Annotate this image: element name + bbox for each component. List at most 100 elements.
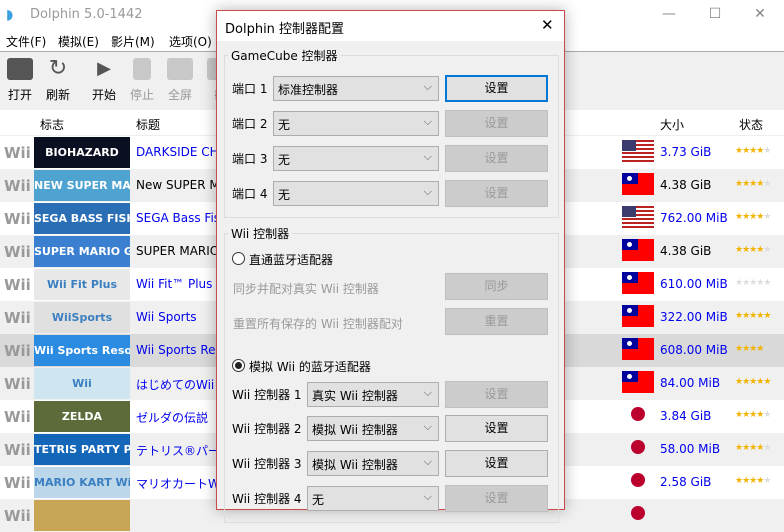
- compat-stars: ★★★★★: [735, 245, 771, 255]
- gc-port-1-select[interactable]: 标准控制器 ⌵: [273, 76, 439, 101]
- gc-port-value: 无: [278, 153, 291, 167]
- compat-stars: ★★★★★: [735, 179, 771, 189]
- game-title: はじめてのWii: [136, 378, 215, 392]
- column-size[interactable]: 大小: [660, 116, 684, 133]
- close-button[interactable]: ✕: [745, 6, 775, 22]
- star-icon: ★: [763, 443, 771, 453]
- game-title: Wii Sports: [136, 310, 197, 324]
- chevron-down-icon: ⌵: [423, 115, 432, 128]
- menu-emulation[interactable]: 模拟(E): [58, 33, 99, 50]
- gc-port-value: 无: [278, 188, 291, 202]
- column-status[interactable]: 状态: [739, 116, 763, 133]
- column-title[interactable]: 标题: [136, 116, 160, 133]
- wii-port-3-configure-button[interactable]: 设置: [445, 450, 548, 477]
- controller-config-dialog: Dolphin 控制器配置 ✕ GameCube 控制器 Wii 控制器 端口 …: [216, 10, 565, 523]
- menu-options[interactable]: 选项(O): [169, 33, 212, 50]
- region-flag-tw-icon: [622, 338, 654, 360]
- chevron-down-icon: ⌵: [423, 386, 432, 399]
- wii-port-1-select[interactable]: 真实 Wii 控制器 ⌵: [307, 382, 439, 407]
- toolbar-label: 打开: [7, 88, 32, 102]
- game-title: New SUPER M: [136, 178, 220, 192]
- game-title: Wii Fit™ Plus: [136, 277, 213, 291]
- menu-file[interactable]: 文件(F): [6, 33, 46, 50]
- wii-port-value: 模拟 Wii 控制器: [312, 458, 398, 472]
- region-flag-jp-icon: [622, 437, 654, 459]
- open-icon: [7, 58, 33, 80]
- game-title: テトリス®パー: [136, 444, 221, 458]
- compat-stars: ★★★★★: [735, 344, 771, 354]
- window-title: Dolphin 5.0-1442: [30, 7, 143, 22]
- maximize-button[interactable]: ☐: [700, 6, 730, 22]
- compat-stars: ★★★★★: [735, 212, 771, 222]
- gc-port-1-configure-button[interactable]: 设置: [445, 75, 548, 102]
- compat-stars: ★★★★★: [735, 410, 771, 420]
- game-banner: Wii Fit Plus: [34, 269, 130, 300]
- menu-movie[interactable]: 影片(M): [111, 33, 155, 50]
- game-title: ゼルダの伝説: [136, 411, 209, 425]
- wii-port-label: Wii 控制器 4: [232, 492, 302, 506]
- game-size: 608.00 MiB: [660, 343, 728, 357]
- region-flag-jp-icon: [622, 470, 654, 492]
- gc-port-4-configure-button[interactable]: 设置: [445, 180, 548, 207]
- star-icon: ★: [763, 212, 771, 222]
- chevron-down-icon: ⌵: [423, 420, 432, 433]
- wii-port-3-select[interactable]: 模拟 Wii 控制器 ⌵: [307, 451, 439, 476]
- region-flag-tw-icon: [622, 305, 654, 327]
- minimize-button[interactable]: —: [654, 6, 684, 22]
- game-size: 762.00 MiB: [660, 211, 728, 225]
- region-flag-tw-icon: [622, 371, 654, 393]
- compat-stars: ★★★★★: [735, 476, 771, 486]
- platform-label: Wii: [4, 441, 31, 459]
- chevron-down-icon: ⌵: [423, 455, 432, 468]
- gc-port-label: 端口 2: [232, 117, 268, 131]
- gc-port-3-select[interactable]: 无 ⌵: [273, 146, 439, 171]
- gc-port-4-select[interactable]: 无 ⌵: [273, 181, 439, 206]
- toolbar-label: 开始: [91, 88, 116, 102]
- gamecube-group-label: GameCube 控制器: [228, 47, 341, 64]
- gc-port-2-select[interactable]: 无 ⌵: [273, 111, 439, 136]
- region-flag-tw-icon: [622, 239, 654, 261]
- game-banner: Wii: [34, 368, 130, 399]
- passthrough-label: 直通蓝牙适配器: [249, 253, 334, 267]
- emulated-bt-radio[interactable]: [232, 359, 245, 372]
- sync-button[interactable]: 同步: [445, 273, 548, 300]
- toolbar-button-fullscreen[interactable]: 全屏: [160, 58, 200, 103]
- toolbar-button-stop[interactable]: 停止: [122, 58, 162, 103]
- game-banner: Wii Sports Resort: [34, 335, 130, 366]
- wii-port-4-configure-button[interactable]: 设置: [445, 485, 548, 512]
- star-icon: ★: [763, 377, 771, 387]
- toolbar-button-play[interactable]: ▶ 开始: [84, 58, 124, 103]
- star-icon: ★: [763, 179, 771, 189]
- column-logo[interactable]: 标志: [40, 116, 64, 133]
- compat-stars: ★★★★★: [735, 443, 771, 453]
- region-flag-us-icon: [622, 140, 654, 162]
- refresh-icon: ↻: [48, 56, 68, 81]
- reset-label: 重置所有保存的 Wii 控制器配对: [233, 317, 403, 331]
- star-icon: ★: [763, 476, 771, 486]
- gc-port-2-configure-button[interactable]: 设置: [445, 110, 548, 137]
- star-icon: ★: [763, 410, 771, 420]
- star-icon: ★: [763, 146, 771, 156]
- game-title: Wii Sports Re: [136, 343, 216, 357]
- wii-port-4-select[interactable]: 无 ⌵: [307, 486, 439, 511]
- wii-port-2-configure-button[interactable]: 设置: [445, 415, 548, 442]
- toolbar-button-refresh[interactable]: ↻ 刷新: [38, 58, 78, 103]
- dialog-title: Dolphin 控制器配置: [225, 22, 345, 37]
- game-title: マリオカートW: [136, 477, 220, 491]
- wii-port-value: 真实 Wii 控制器: [312, 389, 398, 403]
- game-banner: ZELDA: [34, 401, 130, 432]
- gc-port-value: 标准控制器: [278, 83, 339, 97]
- wii-port-2-select[interactable]: 模拟 Wii 控制器 ⌵: [307, 416, 439, 441]
- region-flag-tw-icon: [622, 272, 654, 294]
- star-icon: ★: [763, 245, 771, 255]
- passthrough-radio[interactable]: [232, 252, 245, 265]
- star-icon: ★: [763, 278, 771, 288]
- reset-button[interactable]: 重置: [445, 308, 548, 335]
- toolbar-button-open[interactable]: 打开: [0, 58, 40, 103]
- platform-label: Wii: [4, 474, 31, 492]
- wii-port-1-configure-button[interactable]: 设置: [445, 381, 548, 408]
- gc-port-3-configure-button[interactable]: 设置: [445, 145, 548, 172]
- game-size: 610.00 MiB: [660, 277, 728, 291]
- star-icon: ★: [763, 311, 771, 321]
- dialog-close-button[interactable]: ✕: [541, 16, 554, 34]
